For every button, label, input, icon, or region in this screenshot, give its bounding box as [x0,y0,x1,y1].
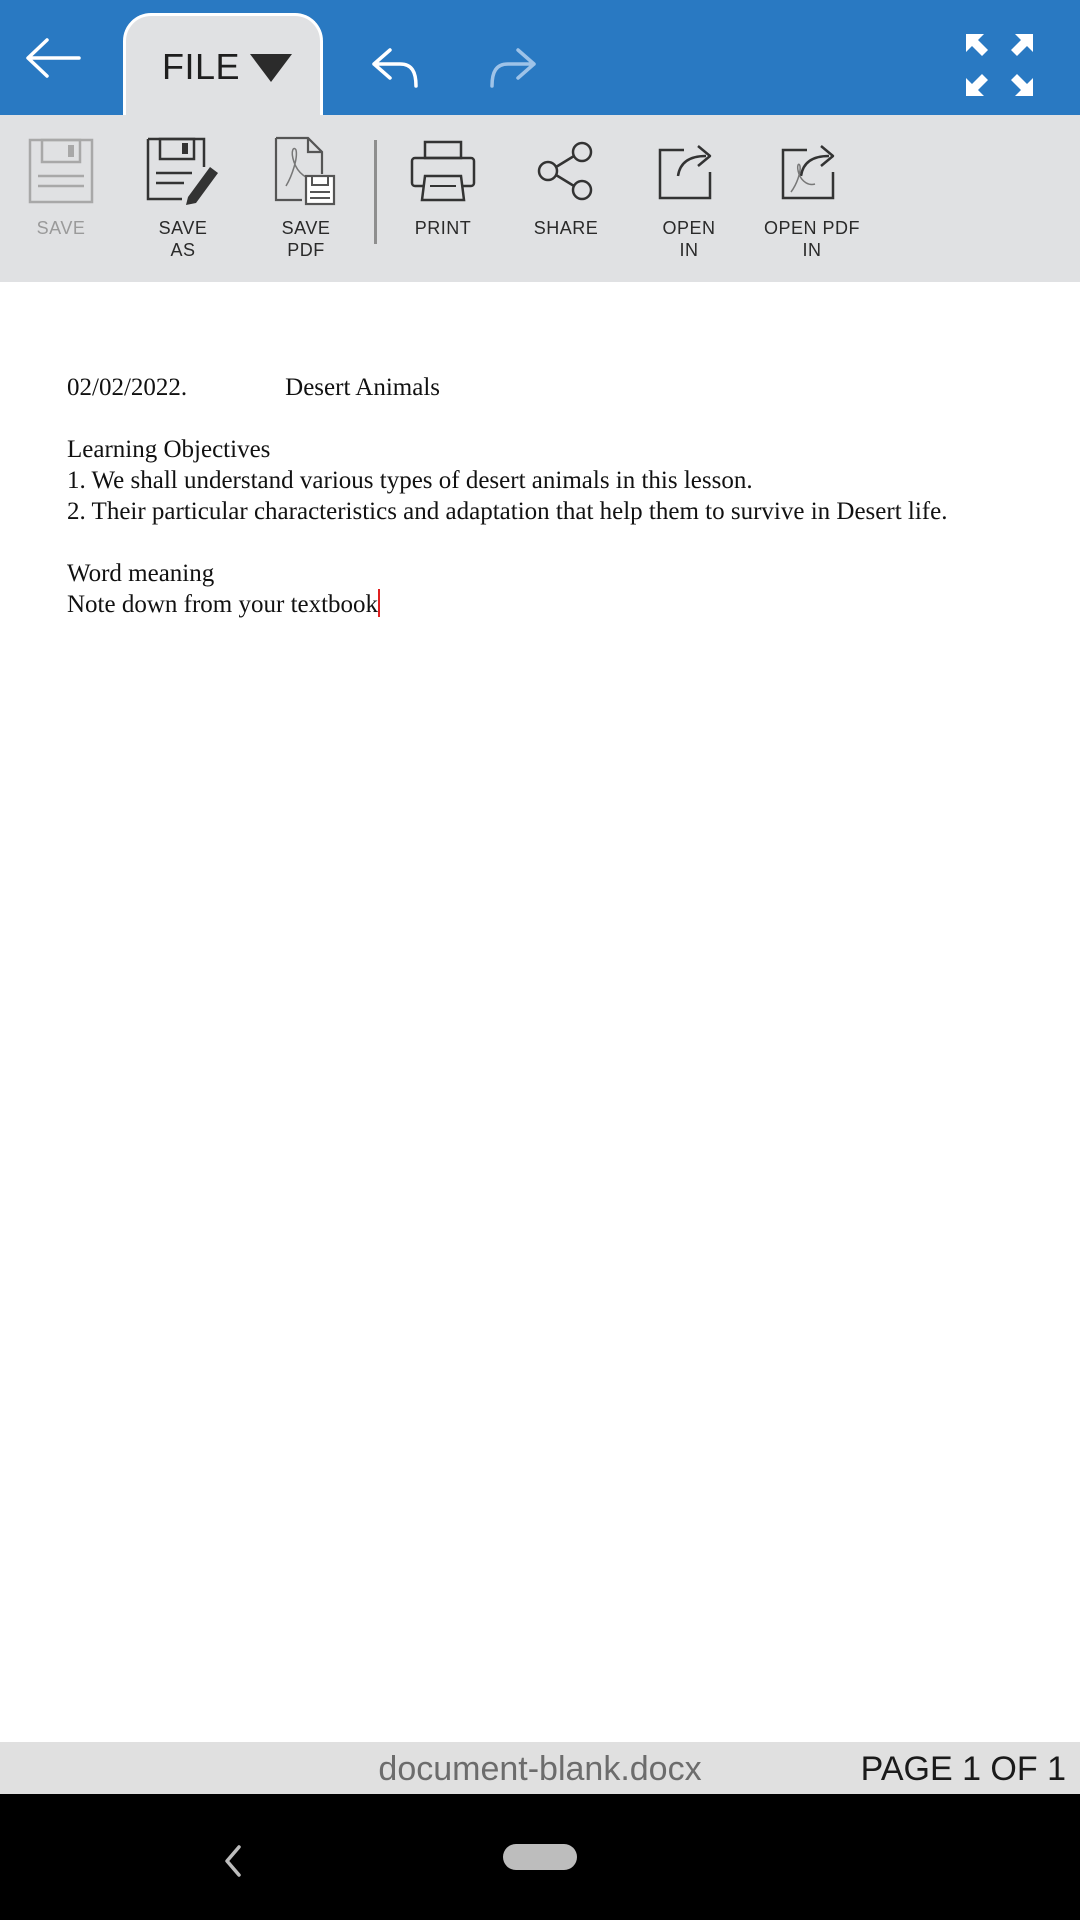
date-title-line: 02/02/2022. Desert Animals [67,372,987,403]
share-button[interactable]: SHARE [520,115,612,282]
save-as-button[interactable]: SAVE AS [137,115,229,282]
objective-1: 1. We shall understand various types of … [67,467,753,494]
page-indicator: PAGE 1 OF 1 [860,1750,1066,1788]
undo-icon[interactable] [360,38,430,98]
file-toolbar: SAVE SAVE AS SAVE PDF PRINT SHARE OPEN I… [0,115,1080,282]
back-arrow-icon[interactable] [18,28,88,88]
word-meaning-heading: Word meaning [67,560,215,587]
print-button[interactable]: PRINT [397,115,489,282]
document-page[interactable]: 02/02/2022. Desert Animals Learning Objec… [67,372,987,620]
chevron-down-icon [250,54,292,87]
nav-back-icon[interactable] [213,1841,253,1881]
save-button[interactable]: SAVE [15,115,107,282]
save-as-pencil-icon [146,135,220,207]
save-label: SAVE [36,218,86,238]
objectives-heading: Learning Objectives [67,436,271,463]
status-bar: document-blank.docx PAGE 1 OF 1 [0,1742,1080,1794]
nav-home-pill-icon[interactable] [503,1844,577,1875]
note-line: Note down from your textbook [67,589,987,620]
file-tab[interactable]: FILE [123,13,323,115]
open-pdf-in-icon [781,135,843,207]
file-tab-label: FILE [162,46,241,87]
document-date: 02/02/2022. [67,374,188,401]
open-in-button[interactable]: OPEN IN [643,115,735,282]
save-pdf-button[interactable]: SAVE PDF [260,115,352,282]
top-app-bar: FILE [0,0,1080,115]
text-cursor [378,589,381,617]
open-in-label: OPEN IN [662,218,716,260]
document-title: Desert Animals [285,374,440,401]
open-in-icon [658,135,720,207]
note-text: Note down from your textbook [67,591,379,618]
fullscreen-icon[interactable] [962,30,1037,100]
floppy-disk-icon [28,135,94,207]
printer-icon [410,135,476,207]
save-pdf-icon [274,135,338,207]
open-pdf-in-label: OPEN PDF IN [763,218,860,260]
open-pdf-in-button[interactable]: OPEN PDF IN [755,115,869,282]
redo-icon[interactable] [478,38,548,98]
save-pdf-label: SAVE PDF [281,218,331,260]
print-label: PRINT [414,218,472,238]
toolbar-divider [374,140,377,244]
save-as-label: SAVE AS [158,218,208,260]
share-label: SHARE [533,218,599,238]
share-icon [536,135,596,207]
objective-2: 2. Their particular characteristics and … [67,498,948,525]
